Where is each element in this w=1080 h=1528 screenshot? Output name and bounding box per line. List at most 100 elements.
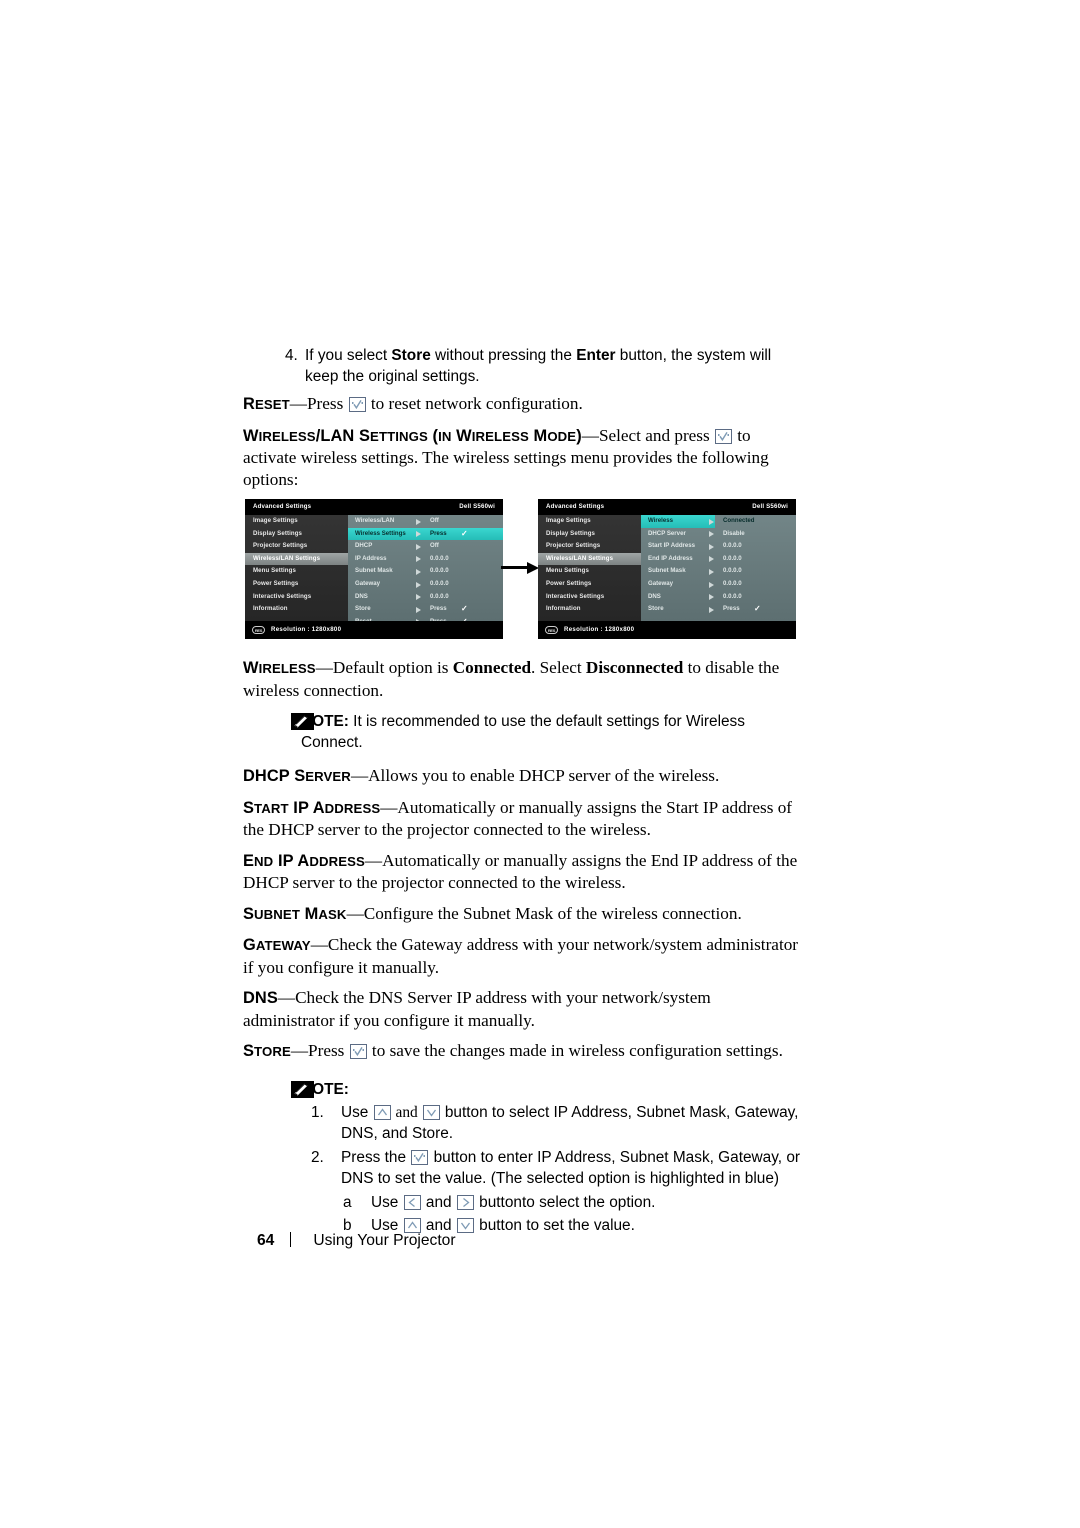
definition-end-ip-address: END IP ADDRESS—Automatically or manually… [243,850,798,893]
term-subnet-mask: SUBNET MASK [243,904,347,923]
chevron-right-icon [709,581,714,588]
osd-menu-item-information[interactable]: Information [245,603,348,616]
osd-screenshot-right: Advanced Settings Dell S560wi Image Sett… [538,499,796,639]
check-icon: ✓ [461,528,468,538]
osd-sidebar-right: Image Settings Display Settings Projecto… [538,515,641,621]
osd-option-dns[interactable]: DNS 0.0.0.0 [641,591,796,604]
enter-key-icon [714,428,732,444]
osd-status-bar-right: RES Resolution : 1280x800 [538,621,796,639]
osd-menu-item-menu-settings[interactable]: Menu Settings [538,565,641,578]
term-gateway: GATEWAY [243,936,311,954]
osd-option-ip-address[interactable]: IP Address 0.0.0.0 [348,553,503,566]
osd-menu-item-information[interactable]: Information [538,603,641,616]
page-content: 4. If you select Store without pressing … [243,345,803,1249]
note-list-item-a: a Use and buttonto select the option. [301,1192,803,1214]
page: 4. If you select Store without pressing … [0,0,1080,1528]
term-wireless: WIRELESS [243,659,316,677]
chevron-right-icon [709,568,714,575]
osd-menu-item-display-settings[interactable]: Display Settings [245,528,348,541]
note-list-item-2: 2. Press the button to enter IP Address,… [311,1148,801,1188]
osd-menu-item-projector-settings[interactable]: Projector Settings [538,540,641,553]
osd-title: Advanced Settings [253,503,312,510]
osd-option-subnet-mask[interactable]: Subnet Mask 0.0.0.0 [641,565,796,578]
chevron-right-icon [416,568,421,575]
chevron-right-icon [709,543,714,550]
enter-key-icon [349,1044,367,1059]
up-arrow-key-icon [403,1218,421,1233]
osd-option-store[interactable]: Store Press ✓ [348,603,503,616]
osd-option-subnet-mask[interactable]: Subnet Mask 0.0.0.0 [348,565,503,578]
enter-key-icon [348,397,366,412]
osd-menu-item-interactive-settings[interactable]: Interactive Settings [245,591,348,604]
note-wireless-connect: NOTE: It is recommended to use the defau… [243,711,803,753]
definition-wireless-lan-settings: WIRELESS/LAN SETTINGS (IN WIRELESS MODE)… [243,425,769,489]
osd-options-right: Wireless Connected DHCP Server Disable Sta… [641,515,796,621]
chevron-right-icon [709,606,714,613]
definition-reset: RESET—Press to reset network configurati… [243,394,583,413]
osd-menu-item-image-settings[interactable]: Image Settings [245,515,348,528]
term-end-ip-address: END IP ADDRESS [243,851,365,870]
osd-options-left: Wireless/LAN Off Wireless Settings Press ✓ … [348,515,503,626]
osd-menu-item-display-settings[interactable]: Display Settings [538,528,641,541]
osd-option-end-ip-address[interactable]: End IP Address 0.0.0.0 [641,553,796,566]
dell-note-icon [291,1080,314,1098]
osd-menu-item-image-settings[interactable]: Image Settings [538,515,641,528]
osd-title-bar: Advanced Settings Dell S560wi [538,499,796,515]
check-icon: ✓ [461,604,468,614]
chevron-right-icon [416,594,421,601]
osd-option-dns[interactable]: DNS 0.0.0.0 [348,591,503,604]
osd-resolution-text: Resolution : 1280x800 [271,626,342,633]
osd-menu-item-menu-settings[interactable]: Menu Settings [245,565,348,578]
osd-option-dhcp[interactable]: DHCP Off [348,540,503,553]
chevron-right-icon [416,531,421,538]
chevron-right-icon [416,543,421,550]
osd-option-gateway[interactable]: Gateway 0.0.0.0 [348,578,503,591]
note-button-usage: NOTE: 1. Use and button to select IP Add… [243,1079,803,1237]
list-item-text: If you select Store without pressing the… [305,347,772,385]
definition-dns: DNS—Check the DNS Server IP address with… [243,988,711,1030]
dell-note-icon [291,713,314,730]
osd-title-bar: Advanced Settings Dell S560wi [245,499,503,515]
osd-menu-item-projector-settings[interactable]: Projector Settings [245,540,348,553]
term-start-ip-address: START IP ADDRESS [243,798,381,817]
chevron-right-icon [416,606,421,613]
definition-start-ip-address: START IP ADDRESS—Automatically or manual… [243,797,793,840]
term-dhcp-server: DHCP SERVER [243,767,351,785]
osd-option-wireless-lan[interactable]: Wireless/LAN Off [348,515,503,528]
osd-option-gateway[interactable]: Gateway 0.0.0.0 [641,578,796,591]
flow-arrow-icon [501,561,539,575]
osd-model: Dell S560wi [752,503,788,510]
definition-subnet-mask: SUBNET MASK—Configure the Subnet Mask of… [243,903,742,923]
chevron-right-icon [416,556,421,563]
osd-option-store[interactable]: Store Press ✓ [641,603,796,616]
osd-menu-item-power-settings[interactable]: Power Settings [538,578,641,591]
osd-option-wireless[interactable]: Wireless Connected [641,515,796,528]
chevron-right-icon [709,594,714,601]
note-item-marker: 2. [311,1148,324,1166]
note-list-item-1: 1. Use and button to select IP Address, … [311,1103,799,1143]
osd-menu-item-wireless-lan-settings[interactable]: Wireless/LAN Settings [538,552,641,566]
list-item-number: 4. [285,347,298,364]
osd-option-start-ip-address[interactable]: Start IP Address 0.0.0.0 [641,540,796,553]
osd-screenshot-pair: Advanced Settings Dell S560wi Image Sett… [243,499,803,647]
osd-title: Advanced Settings [546,503,605,510]
chevron-right-icon [416,518,421,525]
term-dns: DNS [243,989,278,1007]
list-item-4: 4. If you select Store without pressing … [243,345,803,387]
page-footer: 64 Using Your Projector [257,1232,456,1250]
osd-menu-item-wireless-lan-settings[interactable]: Wireless/LAN Settings [245,552,348,566]
up-arrow-key-icon [373,1104,391,1120]
osd-menu-item-interactive-settings[interactable]: Interactive Settings [538,591,641,604]
osd-model: Dell S560wi [459,503,495,510]
resolution-icon: RES [252,625,265,634]
definition-gateway: GATEWAY—Check the Gateway address with y… [243,935,799,977]
footer-divider [290,1232,292,1247]
osd-option-dhcp-server[interactable]: DHCP Server Disable [641,528,796,541]
osd-menu-item-power-settings[interactable]: Power Settings [245,578,348,591]
note-item-marker: a [343,1193,352,1211]
definition-store: STORE—Press to save the changes made in … [243,1041,783,1060]
osd-screenshot-left: Advanced Settings Dell S560wi Image Sett… [245,499,503,639]
osd-option-wireless-settings[interactable]: Wireless Settings Press ✓ [348,527,503,541]
page-number: 64 [257,1232,275,1249]
chevron-right-icon [416,581,421,588]
